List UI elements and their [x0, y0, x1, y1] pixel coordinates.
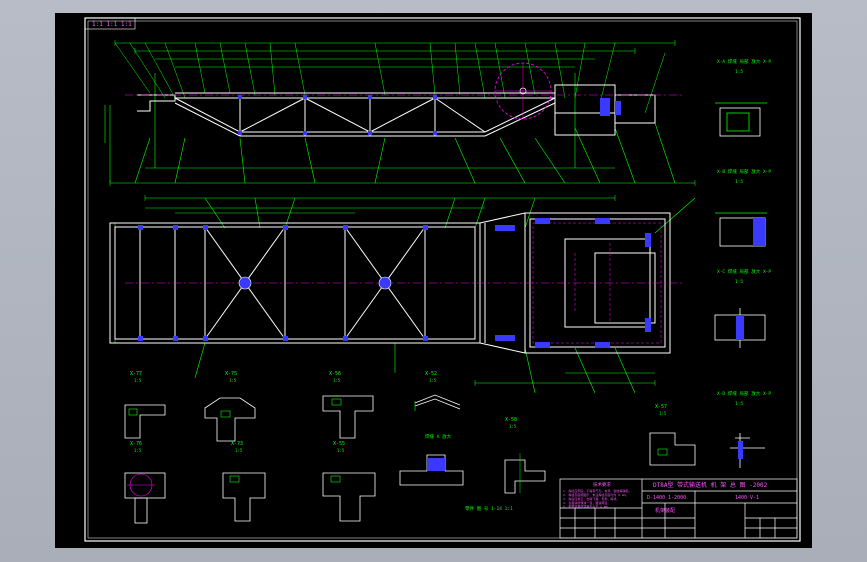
plan-centerlines: [125, 222, 685, 344]
section-x77-label: X-77: [130, 371, 142, 377]
section-x76-label: X-76: [130, 441, 142, 447]
detail-d-scale: 1:5: [735, 401, 743, 407]
detail-d-label: X-D 焊缝 局部 放大 X-P: [717, 390, 771, 397]
section-x58-scale: 1:5: [509, 424, 517, 429]
section-x55-label: X-55: [333, 441, 345, 447]
section-x57-scale: 1:5: [659, 411, 667, 416]
section-x55: X-55 1:5: [322, 441, 376, 522]
title-block-drawing-no: D-1400 1-2000: [647, 495, 686, 501]
weld-detail-a: 焊缝 A 放大: [399, 433, 464, 486]
section-x58-label: X-58: [505, 417, 517, 423]
engineering-drawing: 1:1 1:1 1:1 X-A 焊缝 局部 放大 X-P 1:5 X-B 焊缝 …: [84, 17, 801, 542]
cad-viewport[interactable]: 1:1 1:1 1:1 X-A 焊缝 局部 放大 X-P 1:5 X-B 焊缝 …: [55, 13, 812, 548]
note-5: 5. 机架对角线误差不大于 5 mm。: [563, 504, 610, 509]
detail-b: X-B 焊缝 局部 放大 X-P 1:5: [715, 168, 771, 247]
detail-a-scale: 1:5: [735, 69, 743, 75]
title-block-part-name: 机架装配: [655, 507, 675, 514]
section-x58: X-58 1:5: [504, 417, 546, 494]
elevation-leaders-top: [114, 42, 666, 114]
detail-b-label: X-B 焊缝 局部 放大 X-P: [717, 168, 771, 175]
corner-tag: 1:1 1:1 1:1: [84, 17, 136, 30]
bottom-note: 零件 图 号 1-14 1:1: [465, 505, 513, 512]
detail-a-label: X-A 焊缝 局部 放大 X-P: [717, 58, 771, 65]
detail-c-scale: 1:5: [735, 279, 743, 285]
section-x75-label: X-75: [225, 371, 237, 377]
section-x76: X-76 1:5: [124, 441, 166, 524]
section-x73: X-73 1:5: [222, 441, 266, 522]
detail-b-scale: 1:5: [735, 179, 743, 185]
elevation-view: [104, 40, 696, 186]
title-block: DT8A型 带式输送机 机 架 总 图 -2002 D-1400 1-2000 …: [559, 478, 798, 539]
section-x57-label: X-57: [655, 404, 667, 410]
detail-c: X-C 焊缝 局部 放大 X-P 1:5: [714, 268, 771, 348]
corner-tag-text: 1:1 1:1 1:1: [92, 21, 132, 28]
section-x73-scale: 1:5: [235, 448, 243, 453]
section-x75: X-75 1:5: [204, 371, 256, 442]
right-detail-views: X-A 焊缝 局部 放大 X-P 1:5 X-B 焊缝 局部 放大 X-P 1:…: [714, 58, 771, 407]
section-x75-scale: 1:5: [229, 378, 237, 383]
section-x52-scale: 1:5: [429, 378, 437, 383]
weld-detail-label: 焊缝 A 放大: [425, 433, 452, 440]
plan-view: [109, 195, 696, 394]
detail-a: X-A 焊缝 局部 放大 X-P 1:5: [715, 58, 771, 137]
title-block-scale: 1400 V-1: [735, 495, 759, 501]
section-x52-label: X-52: [425, 371, 437, 377]
section-x56: X-56 1:5: [322, 371, 374, 439]
section-x76-scale: 1:5: [134, 448, 142, 453]
section-x55-scale: 1:5: [337, 448, 345, 453]
detail-c-label: X-C 焊缝 局部 放大 X-P: [717, 268, 771, 275]
title-block-main-title: DT8A型 带式输送机 机 架 总 图 -2002: [653, 481, 768, 489]
section-x57: X-57 1:5: [649, 404, 765, 468]
detail-d: X-D 焊缝 局部 放大 X-P 1:5: [717, 390, 771, 407]
section-x56-scale: 1:5: [333, 378, 341, 383]
elevation-frame-members: [137, 84, 656, 137]
section-x77: X-77 1:5: [124, 371, 166, 439]
elevation-dimensions-bottom: [104, 73, 695, 184]
section-x77-scale: 1:5: [134, 378, 142, 383]
section-x73-label: X-73: [231, 441, 243, 447]
section-x52: X-52 1:5: [414, 371, 461, 411]
elevation-pulley: [494, 62, 552, 120]
plan-dim-ticks: [144, 195, 656, 386]
notes-header: 技术要求: [593, 481, 611, 488]
section-x56-label: X-56: [329, 371, 341, 377]
